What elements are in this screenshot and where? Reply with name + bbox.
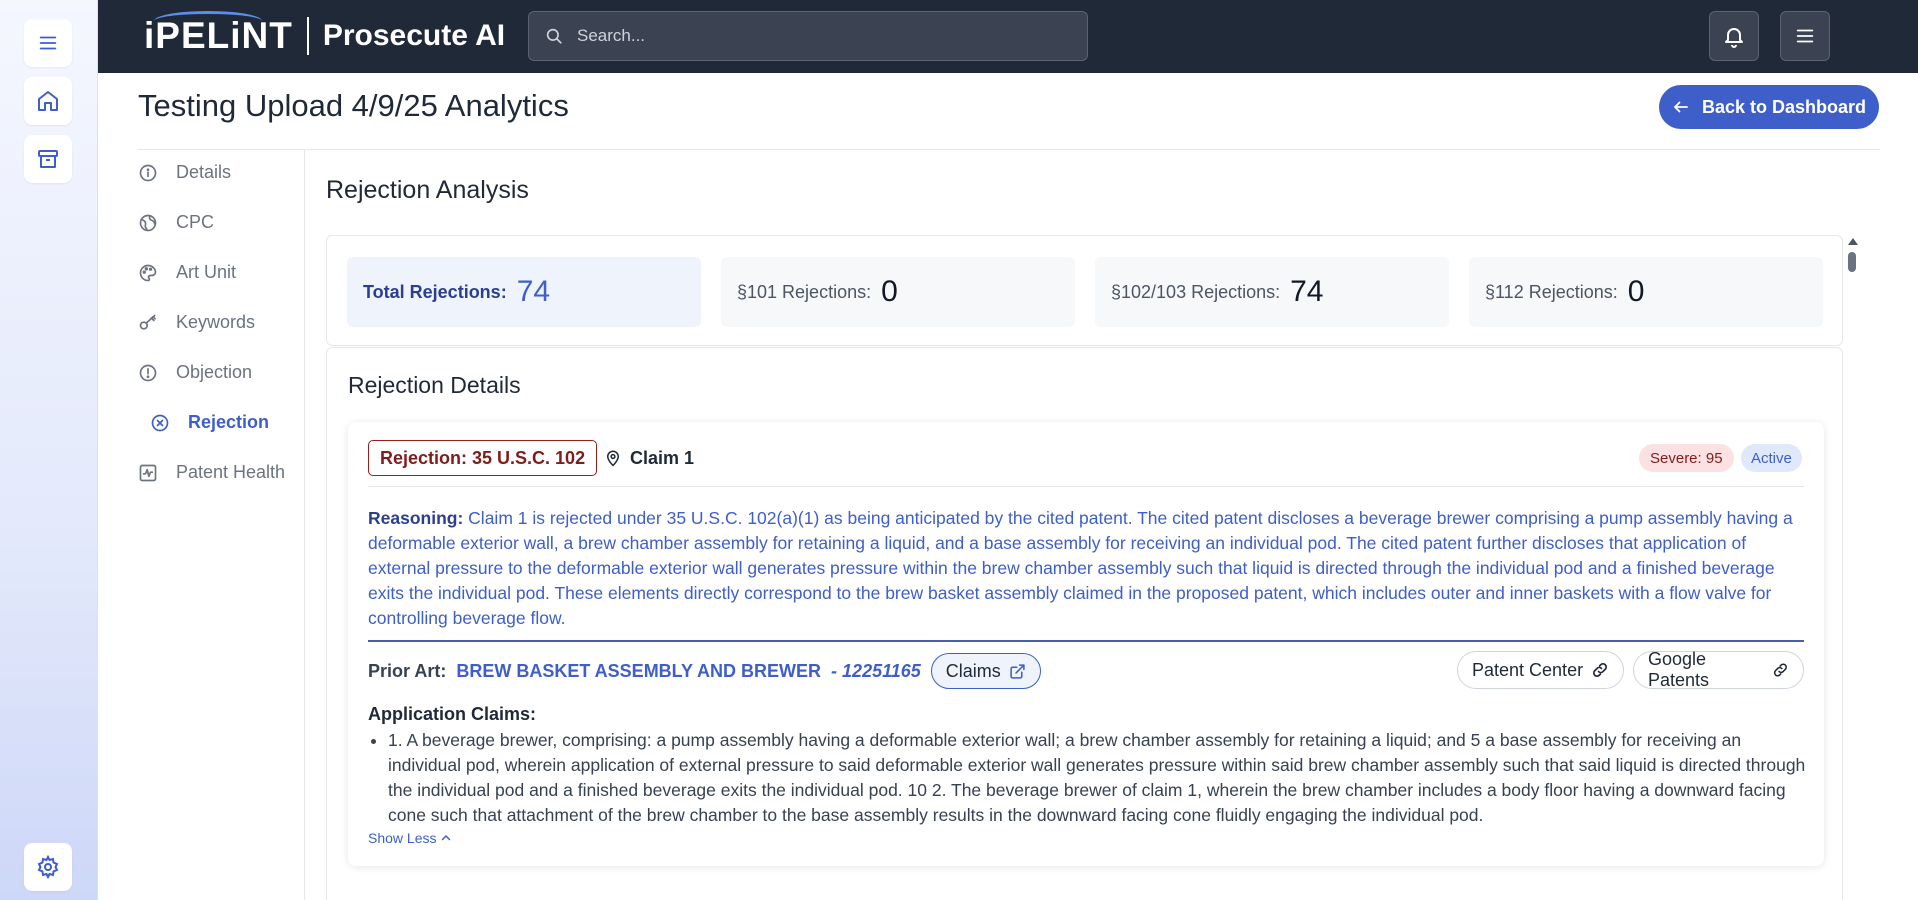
search-icon [546, 28, 562, 44]
google-patents-label: Google Patents [1648, 649, 1710, 690]
app-logo[interactable]: iPELiNT Prosecute AI [144, 11, 506, 58]
prior-art-row: Prior Art: BREW BASKET ASSEMBLY AND BREW… [368, 649, 1804, 691]
archive-icon [38, 150, 58, 168]
chevron-up-icon [442, 835, 451, 841]
reasoning-body: Claim 1 is rejected under 35 U.S.C. 102(… [368, 508, 1793, 628]
stat-112-rejections: §112 Rejections: 0 [1469, 257, 1823, 327]
stat-total-rejections: Total Rejections: 74 [347, 257, 701, 327]
claims-button-label: Claims [945, 660, 1001, 681]
stat-label: §112 Rejections: [1485, 281, 1618, 302]
severity-badge: Severe: 95 [1639, 444, 1734, 472]
home-button[interactable] [24, 77, 72, 125]
page-title: Testing Upload 4/9/25 Analytics [138, 88, 569, 123]
nav-label: Objection [176, 362, 253, 382]
archive-button[interactable] [24, 135, 72, 183]
patent-center-button[interactable]: Patent Center [1457, 651, 1625, 689]
application-claims-label: Application Claims: [368, 704, 537, 724]
notifications-button[interactable] [1709, 11, 1759, 61]
globe-icon [139, 214, 157, 231]
main-menu-button[interactable] [1780, 11, 1830, 61]
x-circle-icon [151, 414, 169, 431]
rejection-details-panel: Rejection Details Rejection: 35 U.S.C. 1… [326, 347, 1843, 900]
bell-icon [1725, 28, 1743, 48]
claim-label: Claim 1 [604, 440, 694, 476]
settings-button[interactable] [24, 843, 72, 891]
patent-center-label: Patent Center [1472, 659, 1584, 680]
prior-art-title: BREW BASKET ASSEMBLY AND BREWER [456, 660, 822, 681]
logo-mark: iPELiNT [144, 11, 293, 57]
show-less-toggle[interactable]: Show Less [368, 830, 452, 846]
stat-value: 0 [881, 275, 898, 308]
nav-label: Keywords [176, 312, 256, 332]
menu-toggle-button[interactable] [24, 19, 72, 67]
stat-label: §101 Rejections: [737, 281, 872, 302]
arrow-left-icon [1674, 101, 1688, 113]
rejection-details-title: Rejection Details [348, 372, 521, 398]
nav-label: CPC [176, 212, 215, 232]
stat-value: 0 [1627, 275, 1645, 308]
nav-item-rejection[interactable]: Rejection [150, 412, 269, 433]
stat-102-103-rejections: §102/103 Rejections: 74 [1095, 257, 1449, 327]
scroll-thumb[interactable] [1848, 252, 1856, 272]
hamburger-icon [1796, 29, 1814, 43]
google-patents-button[interactable]: Google Patents [1633, 649, 1804, 690]
key-icon [139, 314, 156, 330]
activity-icon [139, 464, 157, 481]
card-divider [368, 486, 1804, 487]
nav-item-objection[interactable]: Objection [138, 362, 252, 383]
external-link-icon [1010, 663, 1025, 679]
back-to-dashboard-label: Back to Dashboard [1701, 96, 1867, 117]
stat-101-rejections: §101 Rejections: 0 [721, 257, 1075, 327]
rejection-card: Rejection: 35 U.S.C. 102 Claim 1 Severe:… [348, 422, 1824, 866]
prior-art-number: - 12251165 [831, 660, 921, 681]
status-badge: Active [1741, 444, 1802, 472]
back-to-dashboard-button[interactable]: Back to Dashboard [1659, 85, 1879, 129]
reasoning-divider [368, 640, 1804, 642]
palette-icon [139, 264, 157, 281]
logo-divider [306, 17, 309, 55]
info-icon [139, 164, 157, 181]
nav-item-details[interactable]: Details [138, 162, 231, 183]
rejection-stats: Total Rejections: 74 §101 Rejections: 0 … [326, 235, 1843, 346]
reasoning-text: Reasoning: Claim 1 is rejected under 35 … [368, 506, 1804, 631]
nav-label: Patent Health [176, 462, 286, 482]
nav-item-cpc[interactable]: CPC [138, 212, 214, 233]
alert-circle-icon [139, 364, 157, 381]
show-less-label: Show Less [368, 830, 437, 846]
nav-item-art-unit[interactable]: Art Unit [138, 262, 236, 283]
home-icon [38, 91, 58, 111]
link-icon [1593, 663, 1608, 677]
claims-button[interactable]: Claims [930, 653, 1041, 689]
nav-item-keywords[interactable]: Keywords [138, 312, 255, 333]
product-name: Prosecute AI [322, 19, 506, 52]
left-rail [0, 0, 98, 900]
gear-icon [37, 855, 59, 879]
stat-value: 74 [516, 275, 551, 308]
map-pin-icon [606, 450, 620, 467]
top-bar: iPELiNT Prosecute AI [98, 0, 1918, 73]
nav-label: Art Unit [176, 262, 237, 282]
application-claims-list: 1. A beverage brewer, comprising: a pump… [388, 728, 1808, 828]
list-item: 1. A beverage brewer, comprising: a pump… [388, 728, 1808, 828]
rejection-type-tag: Rejection: 35 U.S.C. 102 [368, 440, 598, 476]
prior-art-label: Prior Art: [368, 660, 447, 681]
nav-item-patent-health[interactable]: Patent Health [138, 462, 285, 483]
stat-label: Total Rejections: [363, 281, 507, 302]
stat-label: §102/103 Rejections: [1111, 281, 1281, 302]
nav-label: Rejection [188, 412, 270, 432]
scroll-up-arrow[interactable] [1848, 238, 1858, 245]
stat-value: 74 [1290, 275, 1324, 308]
header-divider [138, 149, 1880, 150]
claim-text: Claim 1 [630, 447, 695, 468]
nav-label: Details [176, 162, 232, 182]
section-nav: Details CPC Art Unit Keywords Objection … [98, 150, 305, 900]
search-input[interactable] [577, 26, 1057, 46]
vertical-scrollbar[interactable] [1845, 236, 1859, 896]
hamburger-icon [39, 36, 57, 50]
search-box[interactable] [528, 11, 1088, 61]
link-icon [1774, 663, 1788, 677]
rejection-analysis-title: Rejection Analysis [326, 176, 529, 204]
reasoning-label: Reasoning: [368, 508, 464, 528]
